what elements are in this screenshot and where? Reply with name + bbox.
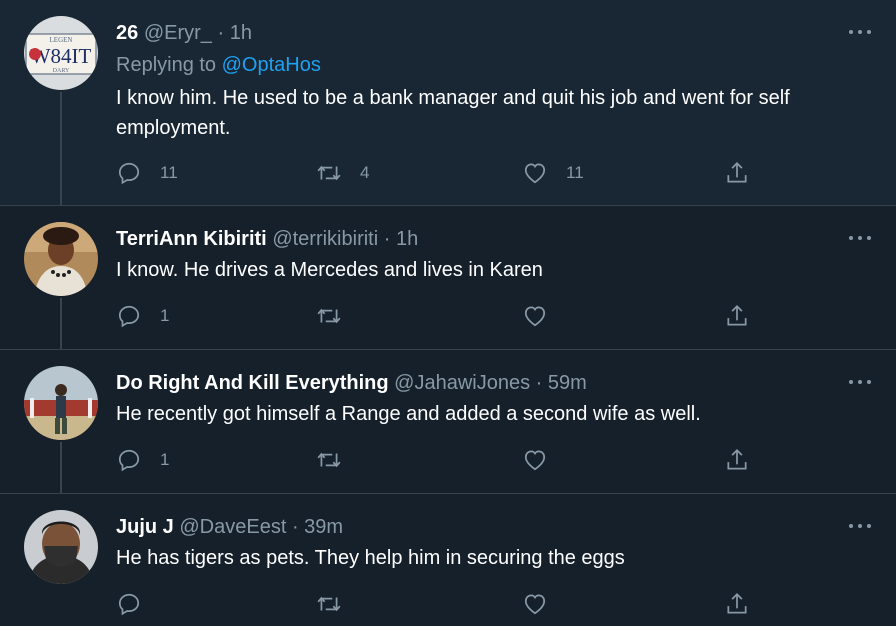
retweet-button[interactable] [316, 301, 360, 331]
like-button[interactable] [522, 589, 566, 619]
retweet-button[interactable] [316, 445, 360, 475]
timestamp[interactable]: 1h [230, 22, 252, 44]
display-name[interactable]: TerriAnn Kibiriti [116, 228, 267, 250]
display-name[interactable]: Do Right And Kill Everything [116, 372, 389, 394]
share-icon [727, 162, 747, 183]
retweet-icon [317, 596, 341, 612]
reply-icon [118, 162, 140, 185]
user-handle[interactable]: @JahawiJones [394, 372, 530, 394]
tweet-header: Juju J @DaveEest · 39m [116, 514, 343, 540]
separator: · [383, 228, 391, 250]
heart-icon [524, 306, 546, 327]
thread-line [60, 298, 62, 349]
reply-count: 1 [160, 450, 170, 469]
heart-icon [524, 594, 546, 615]
tweet[interactable]: LEGEN W84IT DARY 26 @Eryr_ · 1h Replying… [0, 0, 896, 205]
heart-icon [524, 450, 546, 471]
retweet-icon [317, 452, 341, 468]
share-button[interactable] [724, 158, 750, 188]
tweet-text: I know. He drives a Mercedes and lives i… [116, 259, 543, 281]
tweet-thread: LEGEN W84IT DARY 26 @Eryr_ · 1h Replying… [0, 0, 896, 626]
separator: · [291, 516, 299, 538]
avatar[interactable]: LEGEN W84IT DARY [24, 16, 98, 90]
reply-icon [118, 593, 140, 616]
retweet-icon [317, 165, 341, 181]
tweet-text: He has tigers as pets. They help him in … [116, 547, 625, 569]
tweet-actions: 1 [116, 301, 766, 331]
tweet-actions [116, 589, 766, 619]
tweet[interactable]: Do Right And Kill Everything @JahawiJone… [0, 350, 896, 493]
separator: · [217, 22, 225, 44]
more-icon[interactable] [846, 22, 874, 42]
tweet-header: Do Right And Kill Everything @JahawiJone… [116, 370, 587, 396]
like-count: 11 [566, 163, 584, 182]
thread-line [60, 92, 62, 205]
avatar[interactable] [24, 510, 98, 584]
replying-to-link[interactable]: @OptaHos [222, 54, 321, 76]
reply-button[interactable]: 11 [116, 158, 178, 188]
like-button[interactable] [522, 445, 566, 475]
reply-count: 1 [160, 306, 170, 325]
share-icon [727, 593, 747, 614]
retweet-button[interactable] [316, 589, 360, 619]
retweet-button[interactable]: 4 [316, 158, 369, 188]
tweet-text: He recently got himself a Range and adde… [116, 403, 701, 425]
like-button[interactable] [522, 301, 566, 331]
like-button[interactable]: 11 [522, 158, 584, 188]
timestamp[interactable]: 1h [396, 228, 418, 250]
reply-count: 11 [160, 163, 178, 182]
thread-line [60, 442, 62, 493]
share-button[interactable] [724, 589, 750, 619]
share-icon [727, 305, 747, 326]
tweet[interactable]: TerriAnn Kibiriti @terrikibiriti · 1h I … [0, 206, 896, 349]
tweet[interactable]: Juju J @DaveEest · 39m He has tigers as … [0, 494, 896, 626]
user-handle[interactable]: @DaveEest [179, 516, 286, 538]
tweet-header: 26 @Eryr_ · 1h [116, 20, 252, 46]
display-name[interactable]: 26 [116, 22, 138, 44]
tweet-header: TerriAnn Kibiriti @terrikibiriti · 1h [116, 226, 418, 252]
user-handle[interactable]: @terrikibiriti [272, 228, 378, 250]
reply-icon [118, 305, 140, 328]
display-name[interactable]: Juju J [116, 516, 174, 538]
retweet-count: 4 [360, 163, 370, 182]
reply-button[interactable]: 1 [116, 445, 169, 475]
reply-button[interactable]: 1 [116, 301, 169, 331]
avatar[interactable] [24, 366, 98, 440]
svg-text:DARY: DARY [53, 68, 70, 74]
share-button[interactable] [724, 445, 750, 475]
avatar[interactable] [24, 222, 98, 296]
share-icon [727, 449, 747, 470]
tweet-actions: 11 4 11 [116, 158, 766, 188]
heart-icon [524, 163, 546, 184]
timestamp[interactable]: 59m [548, 372, 587, 394]
share-button[interactable] [724, 301, 750, 331]
more-icon[interactable] [846, 228, 874, 248]
more-icon[interactable] [846, 372, 874, 392]
separator: · [535, 372, 543, 394]
user-handle[interactable]: @Eryr_ [144, 22, 212, 44]
replying-prefix: Replying to [116, 54, 217, 76]
timestamp[interactable]: 39m [304, 516, 343, 538]
retweet-icon [317, 308, 341, 324]
reply-button[interactable] [116, 589, 160, 619]
replying-to: Replying to @OptaHos [116, 52, 321, 78]
svg-text:LEGEN: LEGEN [50, 36, 73, 44]
tweet-actions: 1 [116, 445, 766, 475]
more-icon[interactable] [846, 516, 874, 536]
tweet-text: I know him. He used to be a bank manager… [116, 87, 790, 139]
reply-icon [118, 449, 140, 472]
